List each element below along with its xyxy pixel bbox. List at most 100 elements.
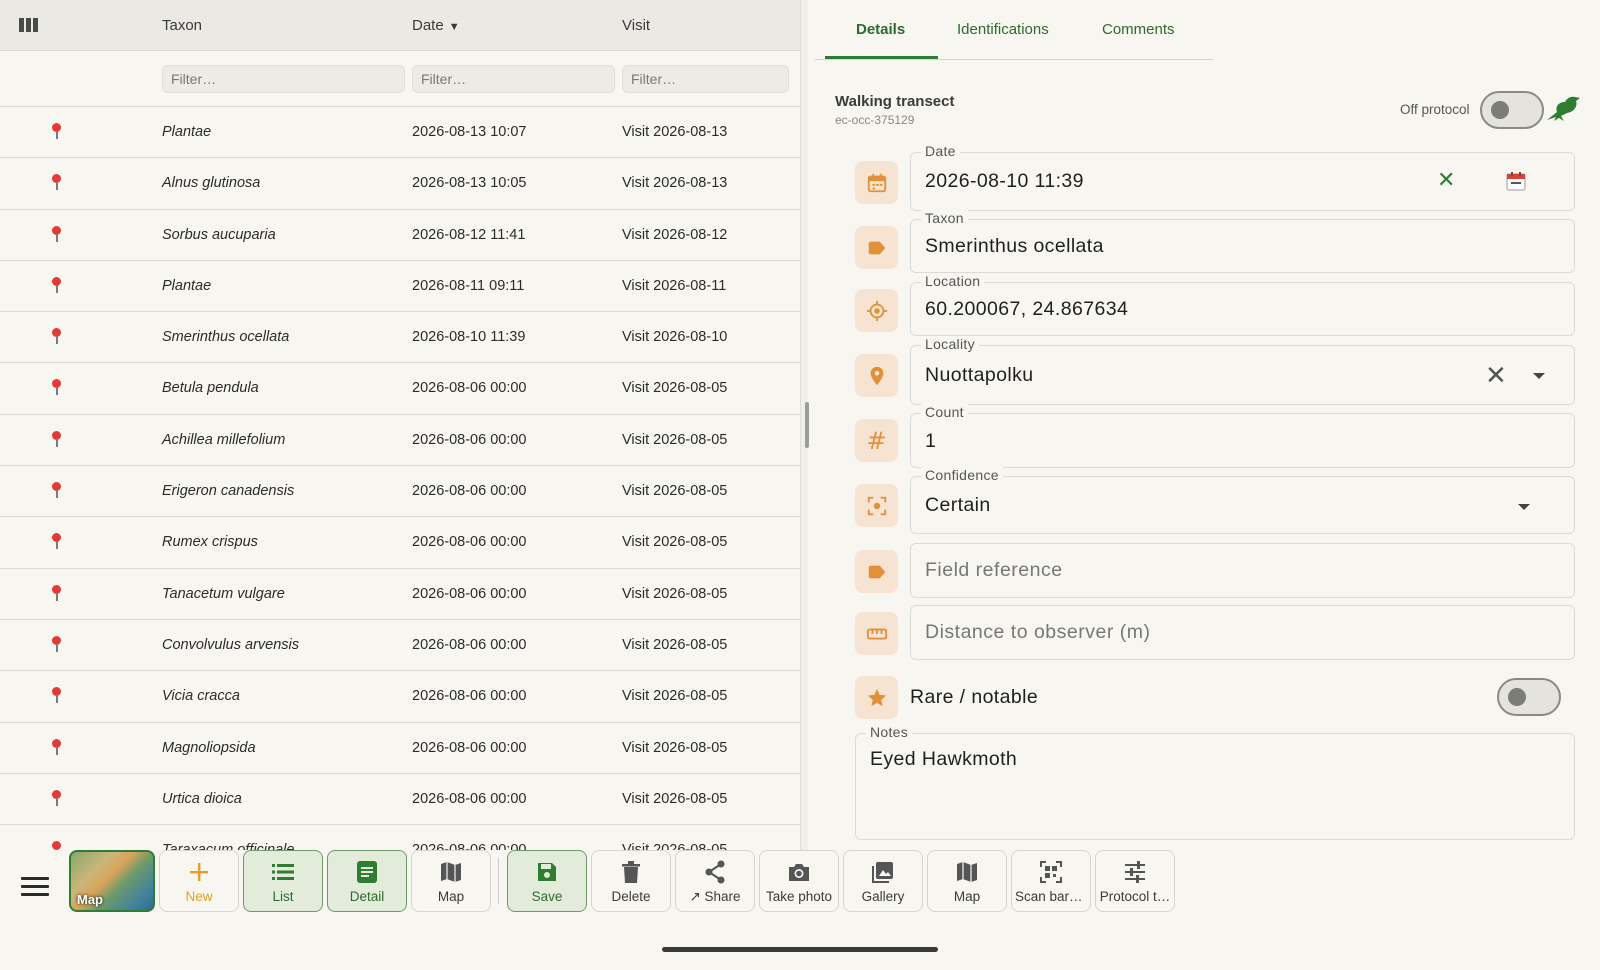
locality-dropdown-icon[interactable] — [1533, 373, 1545, 379]
table-row[interactable]: Taraxacum officinale 2026-08-06 00:00 Visi… — [0, 825, 800, 850]
filter-row — [0, 51, 800, 107]
detail-tabs: Details Identifications Comments — [815, 0, 1213, 60]
table-row[interactable]: Achillea millefolium 2026-08-06 00:00 Visi… — [0, 415, 800, 467]
table-row[interactable]: Magnoliopsida 2026-08-06 00:00 Visit 2026-… — [0, 723, 800, 774]
menu-icon[interactable] — [21, 877, 49, 897]
detail-button[interactable]: Detail — [327, 850, 407, 912]
row-taxon: Plantae — [162, 124, 212, 140]
rare-notable-toggle[interactable] — [1497, 678, 1561, 716]
row-date: 2026-08-06 00:00 — [412, 790, 527, 807]
row-date: 2026-08-06 00:00 — [412, 739, 527, 756]
star-icon — [855, 676, 898, 719]
share-button-label: ↗ Share — [689, 889, 741, 904]
row-visit: Visit 2026-08-05 — [622, 431, 728, 448]
distance-placeholder: Distance to observer (m) — [925, 621, 1151, 643]
row-visit: Visit 2026-08-05 — [622, 790, 728, 807]
pane-divider[interactable] — [800, 0, 809, 850]
field-reference-input[interactable]: Field reference — [910, 543, 1575, 598]
clear-locality-icon[interactable]: ✕ — [1485, 360, 1507, 391]
list-icon — [244, 859, 322, 885]
table-row[interactable]: Plantae 2026-08-13 10:07 Visit 2026-08-13 — [0, 107, 800, 159]
gallery-button[interactable]: Gallery — [843, 850, 923, 912]
row-date: 2026-08-10 11:39 — [412, 329, 526, 346]
map-thumbnail-button[interactable]: Map — [69, 850, 155, 912]
map-pin-icon — [50, 789, 62, 808]
row-taxon: Alnus glutinosa — [162, 175, 261, 192]
taxon-filter-input[interactable] — [162, 65, 405, 93]
off-protocol-toggle[interactable] — [1480, 91, 1544, 129]
table-row[interactable]: Vicia cracca 2026-08-06 00:00 Visit 2026-0… — [0, 671, 800, 723]
count-field[interactable]: Count 1 — [910, 404, 1575, 468]
row-visit: Visit 2026-08-13 — [622, 124, 728, 140]
place-pin-icon — [855, 354, 898, 397]
location-field-value: 60.200067, 24.867634 — [925, 298, 1129, 320]
hash-icon: # — [855, 419, 898, 462]
notes-field-label: Notes — [866, 724, 913, 740]
row-date: 2026-08-13 10:07 — [412, 124, 527, 140]
table-row[interactable]: Tanacetum vulgare 2026-08-06 00:00 Visit 2… — [0, 569, 800, 620]
clear-date-icon[interactable]: ✕ — [1437, 167, 1455, 193]
distance-to-observer-input[interactable]: Distance to observer (m) — [910, 605, 1575, 660]
map-icon — [412, 859, 490, 885]
bottom-toolbar: Map New List Detail Map Save Delete ↗ Sh… — [0, 850, 1600, 970]
protocol-button[interactable]: Protocol t… — [1095, 850, 1175, 912]
confidence-select[interactable]: Confidence Certain — [910, 467, 1575, 534]
table-row[interactable]: Rumex crispus 2026-08-06 00:00 Visit 2026-… — [0, 517, 800, 569]
confidence-field-label: Confidence — [921, 467, 1003, 483]
list-button[interactable]: List — [243, 850, 323, 912]
table-row[interactable]: Betula pendula 2026-08-06 00:00 Visit 2026… — [0, 363, 800, 415]
table-row[interactable]: Erigeron canadensis 2026-08-06 00:00 Visit… — [0, 466, 800, 518]
column-header-date[interactable]: Date ▼ — [412, 17, 460, 34]
table-row[interactable]: Plantae 2026-08-11 09:11 Visit 2026-08-11 — [0, 261, 800, 313]
notes-field-value: Eyed Hawkmoth — [870, 748, 1018, 770]
save-button-label: Save — [531, 889, 563, 904]
date-field[interactable]: Date 2026-08-10 11:39 ✕ — [910, 143, 1575, 211]
save-button[interactable]: Save — [507, 850, 587, 912]
take-photo-button[interactable]: Take photo — [759, 850, 839, 912]
new-button[interactable]: New — [159, 850, 239, 912]
table-row[interactable]: Sorbus aucuparia 2026-08-12 11:41 Visit 20… — [0, 210, 800, 261]
table-row[interactable]: Urtica dioica 2026-08-06 00:00 Visit 2026-… — [0, 774, 800, 826]
visit-filter-input[interactable] — [622, 65, 789, 93]
taxon-field-value: Smerinthus ocellata — [925, 235, 1104, 257]
location-field[interactable]: Location 60.200067, 24.867634 — [910, 273, 1575, 336]
row-visit: Visit 2026-08-12 — [622, 226, 728, 243]
tab-identifications[interactable]: Identifications — [957, 21, 1049, 38]
delete-button[interactable]: Delete — [591, 850, 671, 912]
off-protocol-label: Off protocol — [1400, 102, 1470, 117]
table-row[interactable]: Convolvulus arvensis 2026-08-06 00:00 Visi… — [0, 620, 800, 672]
date-filter-input[interactable] — [412, 65, 615, 93]
list-button-label: List — [272, 889, 294, 904]
column-header-visit[interactable]: Visit — [622, 17, 650, 34]
map-button-2[interactable]: Map — [927, 850, 1007, 912]
sort-desc-icon: ▼ — [448, 21, 460, 33]
map-pin-icon — [50, 687, 62, 705]
column-header-taxon[interactable]: Taxon — [162, 17, 202, 34]
map-button[interactable]: Map — [411, 850, 491, 912]
detail-button-label: Detail — [349, 889, 385, 904]
resize-handle[interactable] — [805, 402, 809, 448]
map-thumbnail-label: Map — [77, 892, 103, 907]
share-button[interactable]: ↗ Share — [675, 850, 755, 912]
map-pin-icon — [50, 174, 62, 192]
row-taxon: Plantae — [162, 277, 212, 294]
scan-barcode-button[interactable]: Scan barc… — [1011, 850, 1091, 912]
tab-details[interactable]: Details — [856, 21, 905, 38]
new-button-label: New — [185, 889, 213, 904]
confidence-dropdown-icon[interactable] — [1518, 504, 1530, 510]
columns-icon[interactable] — [19, 18, 38, 32]
delete-button-label: Delete — [611, 889, 651, 904]
row-date: 2026-08-06 00:00 — [412, 636, 527, 653]
locality-field[interactable]: Locality Nuottapolku ✕ — [910, 336, 1575, 405]
notes-field[interactable]: Notes Eyed Hawkmoth — [855, 724, 1575, 840]
table-row[interactable]: Alnus glutinosa 2026-08-13 10:05 Visit 202… — [0, 158, 800, 210]
observation-list: Taxon Date ▼ Visit Plantae 2026-08-13 10:0… — [0, 0, 800, 850]
tab-comments[interactable]: Comments — [1102, 21, 1175, 38]
taxon-field[interactable]: Taxon Smerinthus ocellata — [910, 210, 1575, 273]
date-picker-icon[interactable] — [1506, 171, 1526, 191]
row-visit: Visit 2026-08-05 — [622, 534, 728, 551]
table-row[interactable]: Smerinthus ocellata 2026-08-10 11:39 Visit… — [0, 312, 800, 364]
field-reference-placeholder: Field reference — [925, 559, 1063, 581]
row-date: 2026-08-06 00:00 — [412, 534, 527, 551]
row-visit: Visit 2026-08-05 — [622, 688, 728, 705]
